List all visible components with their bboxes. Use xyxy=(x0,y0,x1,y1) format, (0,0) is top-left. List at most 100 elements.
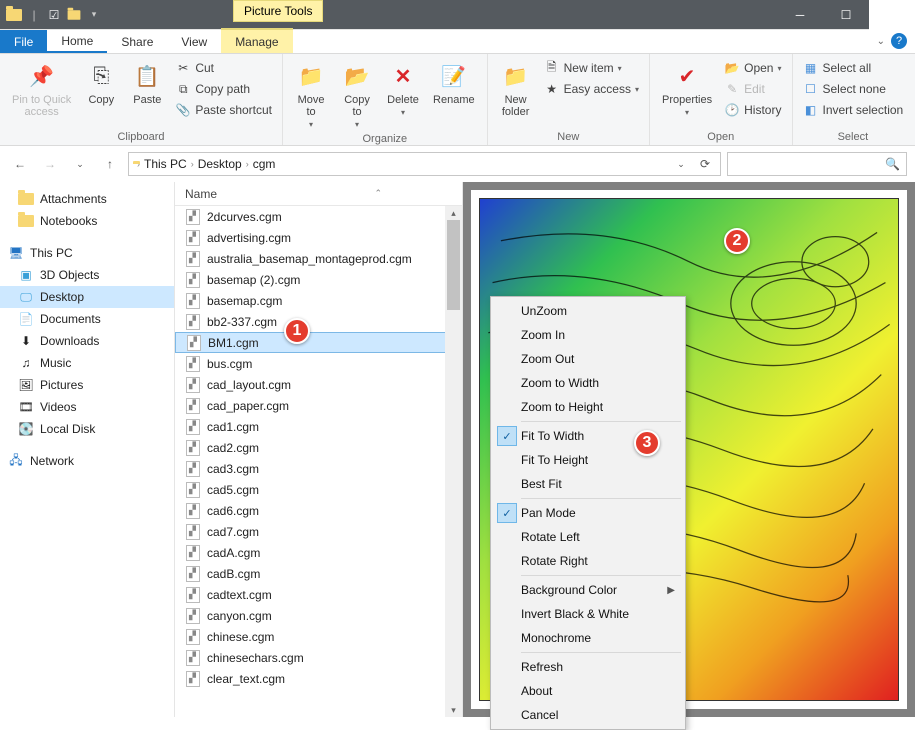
nav-pictures[interactable]: 🖼Pictures xyxy=(0,374,174,396)
file-item[interactable]: BM1.cgm xyxy=(175,332,462,353)
file-item[interactable]: cad3.cgm xyxy=(175,458,462,479)
file-item[interactable]: cad_paper.cgm xyxy=(175,395,462,416)
cut-button[interactable]: ✂Cut xyxy=(173,58,274,78)
tab-share[interactable]: Share xyxy=(107,30,167,53)
scroll-down-arrow[interactable]: ▾ xyxy=(445,703,462,717)
minimize-button[interactable]: ─ xyxy=(777,0,823,30)
column-header[interactable]: Name ⌃ xyxy=(175,182,462,206)
tab-manage[interactable]: Manage xyxy=(221,28,292,53)
menu-item[interactable]: Cancel xyxy=(493,703,683,727)
ribbon-expand-caret[interactable]: ⌄ xyxy=(877,36,885,47)
nav-downloads[interactable]: ⬇Downloads xyxy=(0,330,174,352)
refresh-button[interactable]: ⟳ xyxy=(694,153,716,175)
qat-dropdown[interactable]: ▾ xyxy=(86,7,102,23)
tab-view[interactable]: View xyxy=(167,30,221,53)
file-item[interactable]: cad6.cgm xyxy=(175,500,462,521)
paste-button[interactable]: 📋 Paste xyxy=(127,58,167,108)
move-to-button[interactable]: 📁 Move to ▾ xyxy=(291,58,331,131)
nav-local-disk[interactable]: 💽Local Disk xyxy=(0,418,174,440)
copy-to-button[interactable]: 📂 Copy to ▾ xyxy=(337,58,377,131)
file-item[interactable]: cadA.cgm xyxy=(175,542,462,563)
nav-this-pc[interactable]: 🖥This PC xyxy=(0,242,174,264)
invert-selection-button[interactable]: ◧Invert selection xyxy=(801,100,906,120)
new-folder-button[interactable]: 📁 New folder xyxy=(496,58,536,120)
new-item-button[interactable]: 🗎New item ▾ xyxy=(542,58,641,78)
nav-3d-objects[interactable]: ▣3D Objects xyxy=(0,264,174,286)
back-button[interactable]: ← xyxy=(8,152,32,176)
menu-item[interactable]: Zoom to Height xyxy=(493,395,683,419)
breadcrumb-seg[interactable]: This PC› xyxy=(144,157,194,171)
file-item[interactable]: australia_basemap_montageprod.cgm xyxy=(175,248,462,269)
file-item[interactable]: cad7.cgm xyxy=(175,521,462,542)
edit-button[interactable]: ✎Edit xyxy=(722,79,783,99)
menu-item[interactable]: ✓Pan Mode xyxy=(493,501,683,525)
nav-documents[interactable]: 📄Documents xyxy=(0,308,174,330)
address-bar[interactable]: › This PC› Desktop› cgm ⌄ ⟳ xyxy=(128,152,721,176)
menu-item[interactable]: Refresh xyxy=(493,655,683,679)
help-icon[interactable]: ? xyxy=(891,33,907,49)
menu-item[interactable]: Invert Black & White xyxy=(493,602,683,626)
recent-locations-button[interactable]: ⌄ xyxy=(68,152,92,176)
menu-item[interactable]: UnZoom xyxy=(493,299,683,323)
nav-music[interactable]: ♫Music xyxy=(0,352,174,374)
breadcrumb-seg[interactable]: Desktop› xyxy=(198,157,249,171)
nav-attachments[interactable]: Attachments xyxy=(0,188,174,210)
file-item[interactable]: cad5.cgm xyxy=(175,479,462,500)
file-list[interactable]: 2dcurves.cgmadvertising.cgmaustralia_bas… xyxy=(175,206,462,717)
close-button[interactable]: ✕ xyxy=(869,0,915,30)
file-item[interactable]: chinese.cgm xyxy=(175,626,462,647)
copy-button[interactable]: ⎘ Copy xyxy=(81,58,121,108)
nav-notebooks[interactable]: Notebooks xyxy=(0,210,174,232)
breadcrumb-seg[interactable]: cgm xyxy=(253,157,276,171)
navigation-pane[interactable]: Attachments Notebooks 🖥This PC ▣3D Objec… xyxy=(0,182,175,717)
up-button[interactable]: ↑ xyxy=(98,152,122,176)
pin-to-quick-access-button[interactable]: 📌 Pin to Quick access xyxy=(8,58,75,120)
file-item[interactable]: basemap.cgm xyxy=(175,290,462,311)
rename-button[interactable]: 📝 Rename xyxy=(429,58,479,108)
delete-button[interactable]: ✕ Delete ▾ xyxy=(383,58,423,119)
file-item[interactable]: basemap (2).cgm xyxy=(175,269,462,290)
file-item[interactable]: cad_layout.cgm xyxy=(175,374,462,395)
easy-access-button[interactable]: ★Easy access ▾ xyxy=(542,79,641,99)
address-dropdown[interactable]: ⌄ xyxy=(670,153,692,175)
menu-item[interactable]: Best Fit xyxy=(493,472,683,496)
search-input[interactable]: 🔍 xyxy=(727,152,907,176)
open-button[interactable]: 📂Open ▾ xyxy=(722,58,783,78)
file-item[interactable]: cadtext.cgm xyxy=(175,584,462,605)
file-item[interactable]: canyon.cgm xyxy=(175,605,462,626)
checkbox-icon[interactable]: ☑ xyxy=(46,7,62,23)
file-item[interactable]: cad2.cgm xyxy=(175,437,462,458)
copy-path-button[interactable]: ⧉Copy path xyxy=(173,79,274,99)
scrollbar-thumb[interactable] xyxy=(447,220,460,310)
history-button[interactable]: 🕑History xyxy=(722,100,783,120)
nav-videos[interactable]: 🎞Videos xyxy=(0,396,174,418)
nav-network[interactable]: 🖧Network xyxy=(0,450,174,472)
file-item[interactable]: 2dcurves.cgm xyxy=(175,206,462,227)
file-item[interactable]: chinesechars.cgm xyxy=(175,647,462,668)
menu-item[interactable]: Rotate Right xyxy=(493,549,683,573)
select-none-button[interactable]: ☐Select none xyxy=(801,79,906,99)
menu-item[interactable]: Zoom to Width xyxy=(493,371,683,395)
file-item[interactable]: cad1.cgm xyxy=(175,416,462,437)
select-all-button[interactable]: ▦Select all xyxy=(801,58,906,78)
paste-shortcut-button[interactable]: 📎Paste shortcut xyxy=(173,100,274,120)
scroll-up-arrow[interactable]: ▴ xyxy=(445,206,462,220)
file-item[interactable]: bb2-337.cgm xyxy=(175,311,462,332)
menu-item[interactable]: About xyxy=(493,679,683,703)
maximize-button[interactable]: ☐ xyxy=(823,0,869,30)
properties-button[interactable]: ✔ Properties ▾ xyxy=(658,58,716,119)
nav-desktop[interactable]: 🖵Desktop xyxy=(0,286,174,308)
file-item[interactable]: clear_text.cgm xyxy=(175,668,462,689)
tab-home[interactable]: Home xyxy=(47,30,107,53)
menu-item[interactable]: Zoom In xyxy=(493,323,683,347)
vertical-scrollbar[interactable]: ▴ ▾ xyxy=(445,206,462,717)
menu-item[interactable]: Background Color▶ xyxy=(493,578,683,602)
menu-item[interactable]: Rotate Left xyxy=(493,525,683,549)
forward-button[interactable]: → xyxy=(38,152,62,176)
tab-file[interactable]: File xyxy=(0,30,47,53)
file-item[interactable]: cadB.cgm xyxy=(175,563,462,584)
file-item[interactable]: advertising.cgm xyxy=(175,227,462,248)
menu-item[interactable]: Monochrome xyxy=(493,626,683,650)
file-item[interactable]: bus.cgm xyxy=(175,353,462,374)
menu-item[interactable]: Zoom Out xyxy=(493,347,683,371)
